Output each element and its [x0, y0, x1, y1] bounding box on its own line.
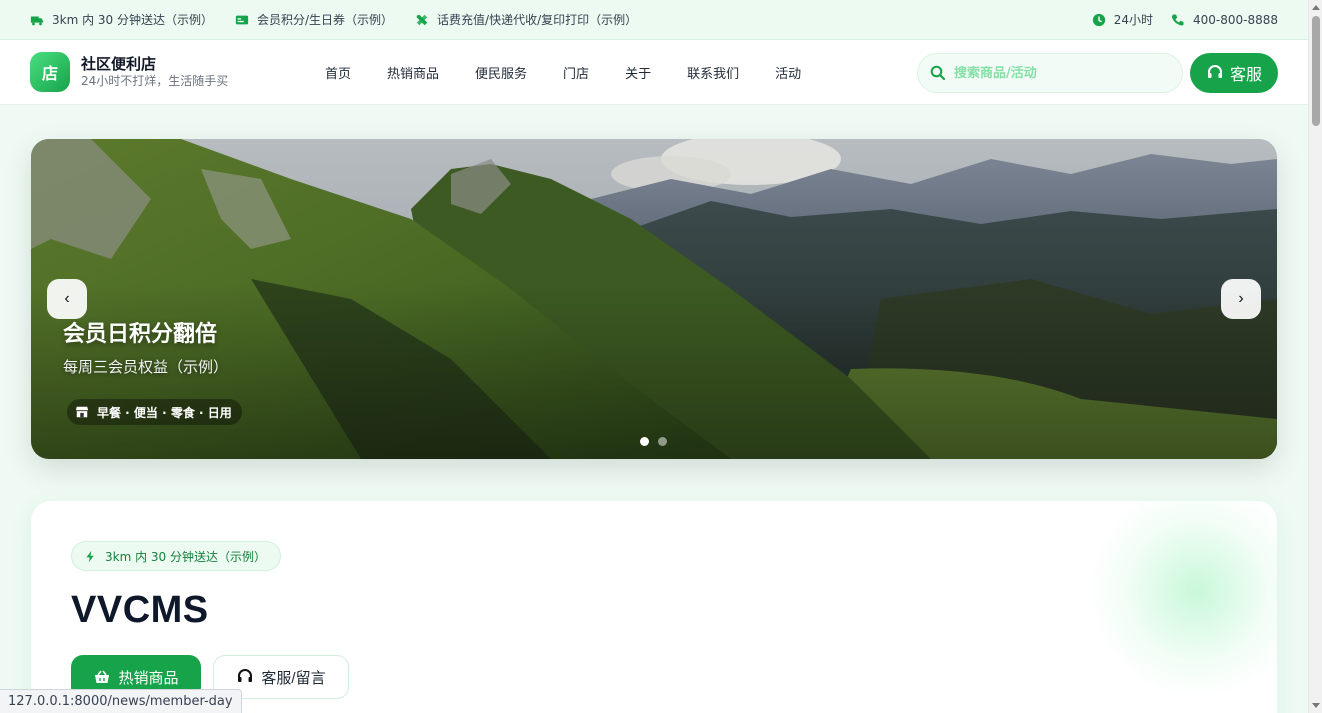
headset-icon — [1206, 64, 1224, 82]
search-icon[interactable] — [930, 65, 946, 81]
scroll-up-arrow[interactable] — [1312, 5, 1320, 10]
delivery-text: 3km 内 30 分钟送达（示例） — [52, 13, 213, 27]
card-icon — [235, 13, 249, 27]
hero-subtitle: 每周三会员权益（示例） — [63, 358, 229, 376]
hot-products-label: 热销商品 — [118, 669, 179, 687]
nav-item-contact[interactable]: 联系我们 — [669, 63, 757, 82]
main-nav: 首页 热销商品 便民服务 门店 关于 联系我们 活动 — [307, 40, 819, 105]
intro-card: 3km 内 30 分钟送达（示例） VVCMS 热销商品 客服/留言 — [31, 501, 1277, 713]
scroll-thumb[interactable] — [1312, 16, 1320, 126]
truck-icon — [30, 13, 44, 27]
browser-status-url: 127.0.0.1:8000/news/member-day — [0, 689, 242, 713]
store-icon — [75, 405, 89, 419]
services-info: 话费充值/快递代收/复印打印（示例） — [415, 11, 637, 28]
nav-item-events[interactable]: 活动 — [757, 63, 819, 82]
delivery-pill-text: 3km 内 30 分钟送达（示例） — [105, 549, 266, 564]
delivery-info: 3km 内 30 分钟送达（示例） — [30, 11, 213, 28]
customer-service-button[interactable]: 客服 — [1190, 53, 1278, 93]
page-title: VVCMS — [71, 589, 209, 631]
page-scrollbar[interactable] — [1308, 0, 1322, 713]
hours-text: 24小时 — [1113, 13, 1153, 27]
carousel-dots — [640, 437, 676, 446]
hero-tag: 早餐 · 便当 · 零食 · 日用 — [67, 399, 242, 425]
phone-text[interactable]: 400-800-8888 — [1193, 13, 1278, 27]
site-header: 店 社区便利店 24小时不打烊，生活随手买 首页 热销商品 便民服务 门店 关于… — [0, 40, 1308, 105]
brand-name[interactable]: 社区便利店 — [81, 55, 228, 73]
bolt-icon — [84, 550, 97, 563]
top-info-bar: 3km 内 30 分钟送达（示例） 会员积分/生日券（示例） 话费充值/快递代收… — [0, 0, 1308, 40]
nav-item-stores[interactable]: 门店 — [545, 63, 607, 82]
membership-info: 会员积分/生日券（示例） — [235, 11, 393, 28]
nav-item-hot-products[interactable]: 热销商品 — [369, 63, 457, 82]
phone-info[interactable]: 400-800-8888 — [1171, 13, 1278, 27]
brand[interactable]: 社区便利店 24小时不打烊，生活随手买 — [81, 55, 228, 89]
search-input[interactable] — [954, 65, 1164, 81]
hero-title: 会员日积分翻倍 — [63, 322, 218, 347]
decorative-glow — [1077, 501, 1277, 691]
delivery-pill: 3km 内 30 分钟送达（示例） — [71, 541, 281, 571]
carousel-next-button[interactable]: › — [1221, 279, 1261, 319]
nav-item-about[interactable]: 关于 — [607, 63, 669, 82]
tools-icon — [415, 13, 429, 27]
phone-icon — [1171, 13, 1185, 27]
hero-tag-text: 早餐 · 便当 · 零食 · 日用 — [97, 405, 232, 420]
brand-tagline: 24小时不打烊，生活随手买 — [81, 74, 229, 88]
logo[interactable]: 店 — [30, 52, 70, 92]
membership-text: 会员积分/生日券（示例） — [257, 13, 394, 27]
scroll-down-arrow[interactable] — [1312, 703, 1320, 708]
nav-item-services[interactable]: 便民服务 — [457, 63, 545, 82]
carousel-dot-1[interactable] — [640, 437, 649, 446]
hours-info: 24小时 — [1092, 11, 1153, 28]
carousel-prev-button[interactable]: ‹ — [47, 279, 87, 319]
carousel-dot-2[interactable] — [658, 437, 667, 446]
search-box — [917, 53, 1183, 93]
hero-carousel: ‹ › 会员日积分翻倍 每周三会员权益（示例） 早餐 · 便当 · 零食 · 日… — [31, 139, 1277, 459]
customer-service-label: 客服 — [1229, 67, 1262, 84]
basket-icon — [93, 668, 111, 686]
headset-icon — [236, 668, 254, 686]
services-text: 话费充值/快递代收/复印打印（示例） — [437, 13, 638, 27]
nav-item-home[interactable]: 首页 — [307, 63, 369, 82]
clock-icon — [1092, 13, 1106, 27]
contact-message-label: 客服/留言 — [261, 669, 326, 687]
